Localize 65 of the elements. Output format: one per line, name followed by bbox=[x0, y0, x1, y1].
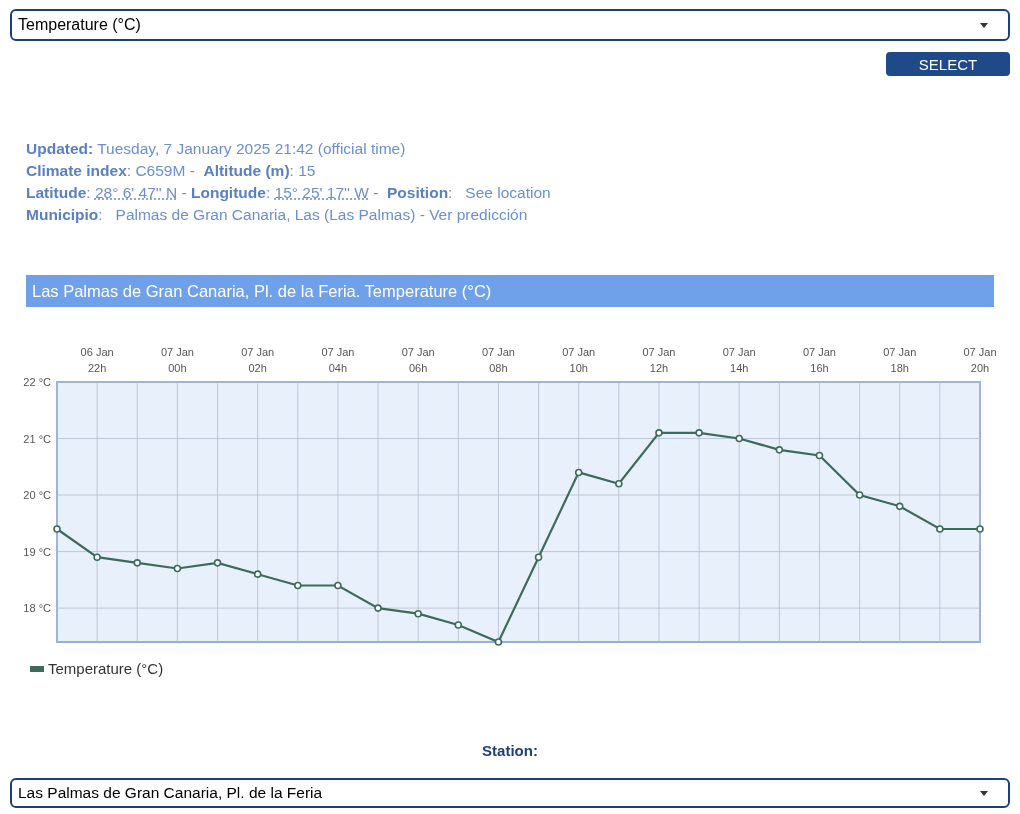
axis-label: 07 Jan 16h bbox=[802, 346, 836, 374]
data-point bbox=[695, 429, 703, 437]
data-point bbox=[334, 581, 342, 590]
axis-label: 19 °C bbox=[23, 545, 51, 558]
data-point bbox=[735, 434, 743, 443]
chart-title-bar: Las Palmas de Gran Canaria, Pl. de la Feria. Temperature (°C) bbox=[26, 275, 994, 307]
field-value: Tuesday, 7 January 2025 21:42 (official time) bbox=[96, 140, 406, 157]
caret-icon bbox=[980, 790, 988, 796]
field-value: : bbox=[86, 184, 92, 201]
data-point bbox=[53, 525, 61, 533]
field-value: - bbox=[372, 184, 380, 201]
field-value: : C659M - bbox=[126, 162, 196, 179]
axis-label: 07 Jan 10h bbox=[562, 346, 596, 374]
axis-label: 07 Jan 02h bbox=[241, 346, 275, 374]
axis-label: 07 Jan 00h bbox=[160, 346, 194, 374]
data-point bbox=[213, 559, 222, 567]
data-point bbox=[574, 468, 583, 477]
station-select[interactable]: Las Palmas de Gran Canaria, Pl. de la Feria bbox=[10, 778, 1010, 808]
data-point bbox=[655, 429, 663, 437]
field-label: Altitude (m) bbox=[203, 162, 290, 179]
axis-label: 20 °C bbox=[23, 489, 51, 502]
data-point bbox=[454, 621, 463, 629]
data-point bbox=[173, 564, 182, 573]
data-point bbox=[293, 581, 302, 590]
data-point bbox=[534, 553, 543, 561]
data-point bbox=[133, 559, 142, 567]
field-label: Climate index bbox=[26, 162, 127, 179]
legend-swatch bbox=[30, 665, 44, 672]
axis-label: 06 Jan 22h bbox=[80, 346, 114, 374]
select-button[interactable]: SELECT bbox=[886, 52, 1010, 76]
coordinate-value: 15° 25' 17'' W bbox=[274, 184, 369, 201]
data-point bbox=[93, 553, 101, 561]
data-point bbox=[253, 570, 262, 578]
axis-label: 07 Jan 12h bbox=[642, 346, 676, 374]
axis-label: 07 Jan 18h bbox=[883, 346, 917, 374]
data-point bbox=[494, 638, 503, 646]
coordinate-value: 28° 6' 47'' N bbox=[94, 184, 178, 201]
legend-label: Temperature (°C) bbox=[48, 660, 164, 677]
axis-label: 07 Jan 14h bbox=[722, 346, 756, 374]
data-point bbox=[855, 491, 864, 499]
axis-label: 07 Jan 04h bbox=[321, 346, 355, 374]
caret-icon bbox=[980, 22, 988, 28]
data-point bbox=[615, 479, 623, 488]
field-value: : Palmas de Gran Canaria, Las (Las Palmas) - bbox=[98, 206, 426, 223]
data-point bbox=[414, 609, 422, 618]
data-point bbox=[936, 525, 944, 533]
station-label: Station: bbox=[481, 742, 539, 759]
field-label: Updated: bbox=[26, 140, 94, 157]
axis-label: 21 °C bbox=[23, 432, 51, 445]
field-value: : 15 bbox=[289, 162, 316, 179]
field-label: Longitude bbox=[191, 184, 266, 201]
data-point bbox=[976, 525, 984, 533]
axis-label: 07 Jan 06h bbox=[401, 346, 435, 374]
axis-label: 22 °C bbox=[23, 376, 51, 388]
data-point bbox=[775, 446, 784, 454]
axis-label: 07 Jan 08h bbox=[481, 346, 515, 374]
axis-label: 07 Jan 20h bbox=[963, 346, 997, 374]
data-point bbox=[895, 502, 904, 511]
data-point bbox=[815, 451, 824, 460]
data-point bbox=[374, 604, 382, 612]
axis-label: 18 °C bbox=[23, 602, 51, 615]
field-value: : bbox=[448, 184, 454, 201]
field-value: - bbox=[180, 184, 188, 201]
field-value: : bbox=[265, 184, 272, 201]
variable-select[interactable]: Temperature (°C) bbox=[10, 9, 1010, 41]
